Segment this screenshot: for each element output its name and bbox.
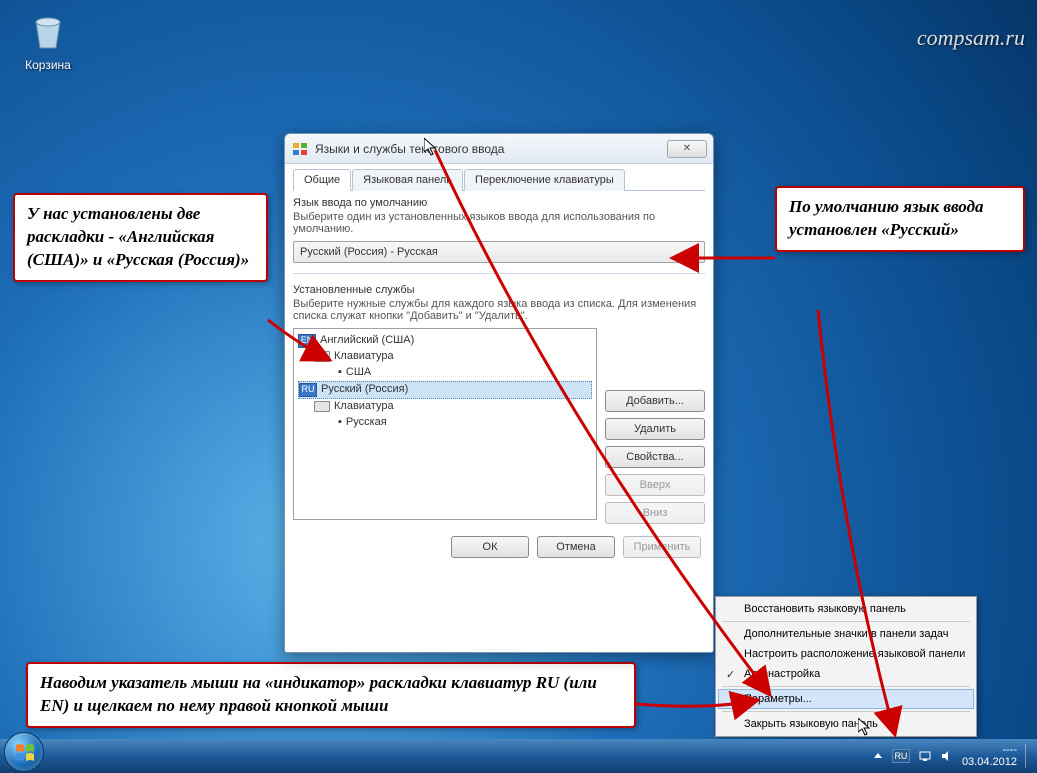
show-desktop-button[interactable] <box>1025 744 1033 768</box>
tree-ru-keyboard-node[interactable]: Клавиатура <box>298 399 592 415</box>
ru-badge-icon: RU <box>299 383 317 397</box>
tab-keyboard-switch[interactable]: Переключение клавиатуры <box>464 169 625 191</box>
add-button[interactable]: Добавить... <box>605 390 705 412</box>
move-up-button[interactable]: Вверх <box>605 474 705 496</box>
language-indicator-context-menu: Восстановить языковую панель Дополнитель… <box>715 596 977 737</box>
cm-close-panel[interactable]: Закрыть языковую панель <box>718 714 974 734</box>
volume-icon[interactable] <box>940 749 954 763</box>
tree-en-kb[interactable]: ▪ США <box>298 365 592 381</box>
ru-lang-label: Русский (Россия) <box>321 382 408 398</box>
dialog-icon <box>291 140 309 158</box>
cm-configure-position[interactable]: Настроить расположение языковой панели <box>718 644 974 664</box>
default-language-dropdown[interactable]: Русский (Россия) - Русская <box>293 241 705 263</box>
close-icon[interactable]: ✕ <box>667 140 707 158</box>
ok-button[interactable]: ОК <box>451 536 529 558</box>
cm-restore[interactable]: Восстановить языковую панель <box>718 599 974 619</box>
cm-separator <box>722 711 970 712</box>
keyboard-icon <box>314 401 330 412</box>
cm-separator <box>722 686 970 687</box>
recycle-bin-label: Корзина <box>25 58 71 72</box>
move-down-button[interactable]: Вниз <box>605 502 705 524</box>
windows-logo-icon <box>14 742 36 764</box>
recycle-bin-desktop-icon[interactable]: Корзина <box>20 10 76 74</box>
remove-button[interactable]: Удалить <box>605 418 705 440</box>
cm-parameters[interactable]: Параметры... <box>718 689 974 709</box>
keyboard-icon <box>314 351 330 362</box>
network-icon[interactable] <box>918 749 932 763</box>
default-lang-group-label: Язык ввода по умолчанию <box>293 197 705 209</box>
cursor-icon <box>424 138 440 158</box>
clock[interactable]: ---- 03.04.2012 <box>962 744 1017 768</box>
callout-bottom: Наводим указатель мыши на «индикатор» ра… <box>26 662 636 728</box>
cm-auto-adjust[interactable]: Автонастройка <box>718 664 974 684</box>
date-text: 03.04.2012 <box>962 756 1017 768</box>
time-text: ---- <box>962 744 1017 756</box>
keyboard-node-label2: Клавиатура <box>334 399 394 415</box>
tree-en-keyboard-node[interactable]: Клавиатура <box>298 349 592 365</box>
en-badge-icon: EN <box>298 334 316 348</box>
language-tree[interactable]: EN Английский (США) Клавиатура ▪ США RU … <box>293 328 597 520</box>
default-lang-group-desc: Выберите один из установленных языков вв… <box>293 211 705 235</box>
language-indicator[interactable]: RU <box>892 749 910 763</box>
properties-button[interactable]: Свойства... <box>605 446 705 468</box>
cm-extra-icons[interactable]: Дополнительные значки в панели задач <box>718 624 974 644</box>
tray-expand-icon[interactable] <box>872 750 884 762</box>
taskbar: RU ---- 03.04.2012 <box>0 739 1037 773</box>
language-services-dialog: Языки и службы текстового ввода ✕ Общие … <box>284 133 714 653</box>
cursor-icon <box>858 718 874 738</box>
installed-services-desc: Выберите нужные службы для каждого языка… <box>293 298 705 322</box>
installed-services-label: Установленные службы <box>293 284 705 296</box>
cm-separator <box>722 621 970 622</box>
cancel-button[interactable]: Отмена <box>537 536 615 558</box>
start-button[interactable] <box>4 732 44 772</box>
apply-button[interactable]: Применить <box>623 536 701 558</box>
recycle-bin-icon <box>26 10 70 54</box>
en-lang-label: Английский (США) <box>320 333 414 349</box>
dialog-title: Языки и службы текстового ввода <box>315 142 667 156</box>
tree-ru-kb[interactable]: ▪ Русская <box>298 415 592 431</box>
dropdown-value: Русский (Россия) - Русская <box>300 246 438 258</box>
callout-left: У нас установлены две раскладки - «Англи… <box>13 193 268 282</box>
callout-right: По умолчанию язык ввода установлен «Русс… <box>775 186 1025 252</box>
tab-language-panel[interactable]: Языковая панель <box>352 169 463 191</box>
tabs: Общие Языковая панель Переключение клави… <box>293 168 705 191</box>
tab-general[interactable]: Общие <box>293 169 351 191</box>
separator <box>293 273 705 274</box>
keyboard-node-label: Клавиатура <box>334 349 394 365</box>
tree-en-lang[interactable]: EN Английский (США) <box>298 333 592 349</box>
tree-ru-lang[interactable]: RU Русский (Россия) <box>298 381 592 399</box>
watermark-text: compsam.ru <box>917 25 1025 51</box>
dialog-titlebar[interactable]: Языки и службы текстового ввода ✕ <box>285 134 713 164</box>
